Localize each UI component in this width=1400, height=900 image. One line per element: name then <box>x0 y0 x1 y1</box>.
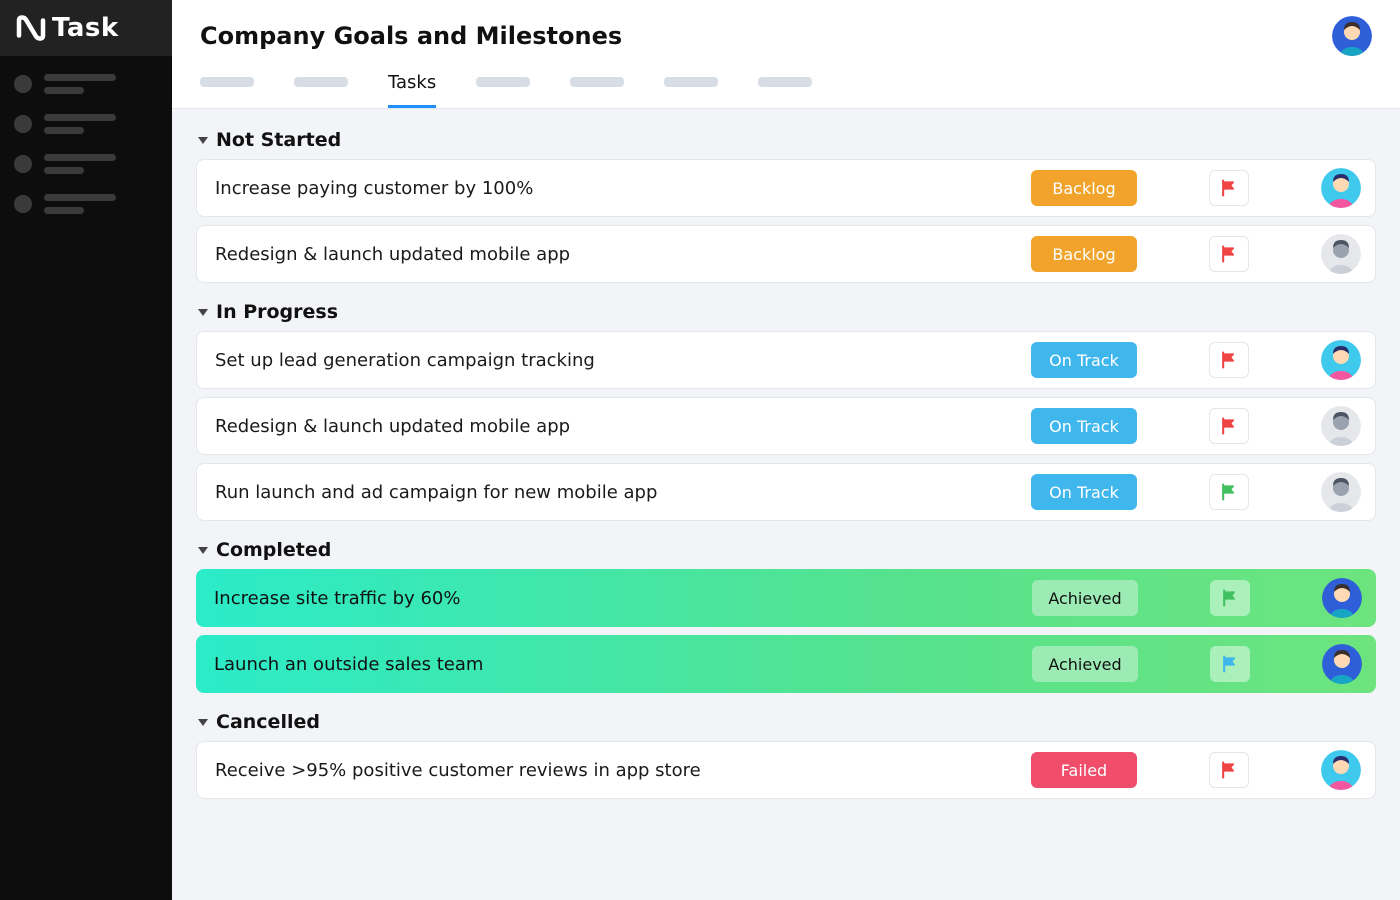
status-badge[interactable]: On Track <box>1031 408 1137 444</box>
assignee-avatar[interactable] <box>1321 340 1361 380</box>
main: Company Goals and Milestones Tasks Not S… <box>172 0 1400 900</box>
sidebar-item-placeholder[interactable] <box>14 114 158 134</box>
task-row[interactable]: Increase paying customer by 100% Backlog <box>196 159 1376 217</box>
chevron-down-icon <box>198 309 208 316</box>
priority-flag[interactable] <box>1209 342 1249 378</box>
assignee-avatar[interactable] <box>1321 234 1361 274</box>
priority-flag[interactable] <box>1209 474 1249 510</box>
task-title: Run launch and ad campaign for new mobil… <box>211 482 1017 503</box>
chevron-down-icon <box>198 137 208 144</box>
section-title: Not Started <box>216 129 341 151</box>
priority-flag[interactable] <box>1209 752 1249 788</box>
sidebar-nav <box>0 56 172 232</box>
section: Completed Increase site traffic by 60% Ach… <box>196 535 1376 693</box>
task-row[interactable]: Receive >95% positive customer reviews i… <box>196 741 1376 799</box>
page-title: Company Goals and Milestones <box>200 22 622 50</box>
sidebar-item-placeholder[interactable] <box>14 194 158 214</box>
task-title: Set up lead generation campaign tracking <box>211 350 1017 371</box>
assignee-avatar[interactable] <box>1322 644 1362 684</box>
section: Not Started Increase paying customer by 1… <box>196 125 1376 283</box>
assignee-avatar[interactable] <box>1321 472 1361 512</box>
user-avatar[interactable] <box>1332 16 1372 56</box>
content: Not Started Increase paying customer by 1… <box>172 109 1400 900</box>
task-row[interactable]: Redesign & launch updated mobile app On T… <box>196 397 1376 455</box>
tab-placeholder[interactable] <box>294 77 348 87</box>
status-badge[interactable]: Achieved <box>1032 580 1138 616</box>
tab-placeholder[interactable] <box>758 77 812 87</box>
section-title: In Progress <box>216 301 338 323</box>
status-badge[interactable]: On Track <box>1031 474 1137 510</box>
tab-placeholder[interactable] <box>570 77 624 87</box>
header: Company Goals and Milestones <box>172 0 1400 66</box>
task-title: Receive >95% positive customer reviews i… <box>211 760 1017 781</box>
assignee-avatar[interactable] <box>1321 406 1361 446</box>
priority-flag[interactable] <box>1210 646 1250 682</box>
task-row[interactable]: Launch an outside sales team Achieved <box>196 635 1376 693</box>
section-title: Completed <box>216 539 331 561</box>
task-title: Redesign & launch updated mobile app <box>211 244 1017 265</box>
assignee-avatar[interactable] <box>1321 168 1361 208</box>
sidebar-item-placeholder[interactable] <box>14 74 158 94</box>
tab-tasks[interactable]: Tasks <box>388 72 436 108</box>
task-row[interactable]: Set up lead generation campaign tracking… <box>196 331 1376 389</box>
section: Cancelled Receive >95% positive customer … <box>196 707 1376 799</box>
section-title: Cancelled <box>216 711 320 733</box>
tab-placeholder[interactable] <box>664 77 718 87</box>
section: In Progress Set up lead generation campai… <box>196 297 1376 521</box>
status-badge[interactable]: Backlog <box>1031 236 1137 272</box>
brand[interactable]: Task <box>0 0 172 56</box>
task-title: Increase site traffic by 60% <box>210 588 1018 609</box>
logo-icon <box>16 13 46 43</box>
priority-flag[interactable] <box>1209 408 1249 444</box>
section-header[interactable]: Not Started <box>196 125 1376 159</box>
sidebar-item-placeholder[interactable] <box>14 154 158 174</box>
priority-flag[interactable] <box>1209 170 1249 206</box>
tab-placeholder[interactable] <box>476 77 530 87</box>
status-badge[interactable]: Achieved <box>1032 646 1138 682</box>
section-header[interactable]: Cancelled <box>196 707 1376 741</box>
task-rows: Increase paying customer by 100%Backlog … <box>196 159 1376 283</box>
chevron-down-icon <box>198 719 208 726</box>
assignee-avatar[interactable] <box>1321 750 1361 790</box>
task-rows: Increase site traffic by 60% Achieved Lau… <box>196 569 1376 693</box>
priority-flag[interactable] <box>1210 580 1250 616</box>
task-row[interactable]: Run launch and ad campaign for new mobil… <box>196 463 1376 521</box>
sidebar: Task <box>0 0 172 900</box>
status-badge[interactable]: Backlog <box>1031 170 1137 206</box>
task-row[interactable]: Redesign & launch updated mobile app Back… <box>196 225 1376 283</box>
tab-placeholder[interactable] <box>200 77 254 87</box>
task-title: Launch an outside sales team <box>210 654 1018 675</box>
section-header[interactable]: In Progress <box>196 297 1376 331</box>
task-row[interactable]: Increase site traffic by 60% Achieved <box>196 569 1376 627</box>
tabs: Tasks <box>172 66 1400 109</box>
task-title: Redesign & launch updated mobile app <box>211 416 1017 437</box>
brand-name: Task <box>52 13 119 43</box>
section-header[interactable]: Completed <box>196 535 1376 569</box>
status-badge[interactable]: On Track <box>1031 342 1137 378</box>
task-rows: Receive >95% positive customer reviews i… <box>196 741 1376 799</box>
task-title: Increase paying customer by 100% <box>211 178 1017 199</box>
chevron-down-icon <box>198 547 208 554</box>
priority-flag[interactable] <box>1209 236 1249 272</box>
status-badge[interactable]: Failed <box>1031 752 1137 788</box>
assignee-avatar[interactable] <box>1322 578 1362 618</box>
task-rows: Set up lead generation campaign tracking… <box>196 331 1376 521</box>
